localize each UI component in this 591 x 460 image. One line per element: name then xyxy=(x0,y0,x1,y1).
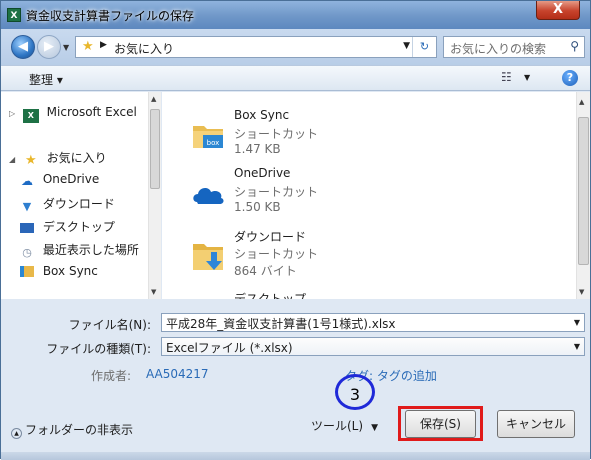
filetype-value: Excelファイル (*.xlsx) xyxy=(166,341,293,355)
file-type: ショートカット xyxy=(234,127,319,141)
download-folder-icon: ▼ xyxy=(22,200,32,213)
close-button[interactable]: X xyxy=(536,1,580,20)
refresh-icon[interactable]: ↻ xyxy=(412,37,436,57)
save-button[interactable]: 保存(S) xyxy=(405,410,476,438)
nav-item-label: 最近表示した場所 xyxy=(42,243,139,257)
file-name: デスクトップ xyxy=(234,292,307,299)
help-icon[interactable]: ? xyxy=(562,70,578,86)
view-dropdown-icon[interactable]: ▼ xyxy=(524,73,530,82)
file-name: OneDrive xyxy=(234,166,291,180)
tools-menu-button[interactable]: ツール(L) ▼ xyxy=(311,417,378,434)
file-size: 864 バイト xyxy=(234,264,297,278)
nav-item-label: OneDrive xyxy=(42,172,100,186)
breadcrumb-arrow-icon[interactable]: ▶ xyxy=(100,40,107,50)
title-bar: X 資金収支計算書ファイルの保存 X xyxy=(1,1,590,29)
filetype-select[interactable]: Excelファイル (*.xlsx) ▼ xyxy=(161,337,585,356)
author-label: 作成者: xyxy=(91,369,132,383)
breadcrumb-favorites[interactable]: お気に入り xyxy=(114,40,174,57)
cancel-button[interactable]: キャンセル xyxy=(497,410,575,438)
scrollbar-thumb[interactable] xyxy=(150,109,160,189)
file-item-box-sync[interactable]: box Box Sync ショートカット 1.47 KB xyxy=(184,108,484,170)
recent-locations-dropdown-icon[interactable]: ▼ xyxy=(63,43,69,52)
scrollbar-thumb[interactable] xyxy=(578,117,589,265)
nav-item-label: デスクトップ xyxy=(42,220,115,234)
star-icon: ★ xyxy=(25,153,37,168)
filename-value: 平成28年_資金収支計算書(1号1様式).xlsx xyxy=(166,317,396,331)
forward-button[interactable]: ▶ xyxy=(37,35,61,59)
cloud-icon: ☁ xyxy=(21,174,33,188)
filetype-label: ファイルの種類(T): xyxy=(46,342,151,356)
file-name: ダウンロード xyxy=(234,230,307,244)
file-name: Box Sync xyxy=(234,108,290,122)
desktop-icon xyxy=(19,221,35,235)
expand-icon[interactable]: ▷ xyxy=(9,109,19,118)
save-form: ファイル名(N): 平成28年_資金収支計算書(1号1様式).xlsx ▼ ファ… xyxy=(1,299,590,460)
excel-app-icon: X xyxy=(7,8,21,22)
download-folder-icon xyxy=(193,244,223,270)
organize-menu-button[interactable]: 整理 ▾ xyxy=(29,71,63,88)
file-list-pane: box Box Sync ショートカット 1.47 KB OneDrive ショ… xyxy=(162,92,590,299)
search-input[interactable]: お気に入りの検索 ⚲ xyxy=(443,36,585,58)
address-dropdown-icon[interactable]: ▼ xyxy=(403,41,410,51)
nav-item-box-sync[interactable]: Box Sync xyxy=(19,264,98,282)
nav-item-onedrive[interactable]: ☁ OneDrive xyxy=(19,172,99,190)
nav-item-desktop[interactable]: デスクトップ xyxy=(19,218,115,236)
filetype-dropdown-icon[interactable]: ▼ xyxy=(574,342,580,351)
file-type: ショートカット xyxy=(234,185,319,199)
nav-item-recent-places[interactable]: ◷ 最近表示した場所 xyxy=(19,241,139,259)
command-toolbar: 整理 ▾ ☷ ▼ ? xyxy=(1,65,590,91)
add-tags-link[interactable]: タグの追加 xyxy=(377,369,437,383)
file-item-onedrive[interactable]: OneDrive ショートカット 1.50 KB xyxy=(184,166,484,228)
filename-dropdown-icon[interactable]: ▼ xyxy=(574,318,580,327)
step-marker-3: 3 xyxy=(335,374,375,410)
file-item-desktop[interactable]: デスクトップ xyxy=(184,290,484,299)
change-view-icon[interactable]: ☷ xyxy=(501,70,512,84)
address-bar[interactable]: ★ ▶ お気に入り ▼ ↻ xyxy=(75,36,437,58)
hide-folders-label: フォルダーの非表示 xyxy=(25,423,134,437)
back-button[interactable]: ◀ xyxy=(11,35,35,59)
navigation-pane: ▷ X Microsoft Excel ◢ ★ お気に入り ☁ OneDrive… xyxy=(1,92,161,299)
tools-label: ツール(L) xyxy=(311,419,364,433)
tools-dropdown-icon: ▼ xyxy=(371,423,378,433)
onedrive-cloud-icon xyxy=(193,188,224,204)
file-size: 1.47 KB xyxy=(234,142,281,156)
scroll-up-icon[interactable]: ▲ xyxy=(579,98,584,106)
nav-item-label: Microsoft Excel xyxy=(46,105,137,119)
scroll-up-icon[interactable]: ▲ xyxy=(151,95,156,103)
box-folder-icon xyxy=(19,264,35,278)
nav-item-label: お気に入り xyxy=(46,151,107,165)
nav-item-label: ダウンロード xyxy=(42,197,115,211)
file-type: ショートカット xyxy=(234,247,319,261)
nav-item-favorites[interactable]: ◢ ★ お気に入り xyxy=(9,149,107,168)
file-item-downloads[interactable]: ダウンロード ショートカット 864 バイト xyxy=(184,228,484,290)
window-title: 資金収支計算書ファイルの保存 xyxy=(26,9,195,23)
recent-places-icon: ◷ xyxy=(22,246,32,259)
filename-label: ファイル名(N): xyxy=(68,318,151,332)
scroll-down-icon[interactable]: ▼ xyxy=(151,288,156,296)
collapse-icon[interactable]: ◢ xyxy=(9,155,19,164)
search-icon[interactable]: ⚲ xyxy=(570,39,579,53)
nav-item-downloads[interactable]: ▼ ダウンロード xyxy=(19,195,115,213)
author-value[interactable]: AA504217 xyxy=(146,367,209,381)
collapse-up-icon: ▲ xyxy=(11,428,22,439)
save-dialog-window: X 資金収支計算書ファイルの保存 X ◀ ▶ ▼ ★ ▶ お気に入り ▼ ↻ お… xyxy=(0,0,591,460)
favorites-star-icon: ★ xyxy=(82,39,94,54)
filename-input[interactable]: 平成28年_資金収支計算書(1号1様式).xlsx ▼ xyxy=(161,313,585,332)
navigation-bar: ◀ ▶ ▼ ★ ▶ お気に入り ▼ ↻ お気に入りの検索 ⚲ xyxy=(1,29,590,65)
file-list-scrollbar[interactable]: ▲ ▼ xyxy=(576,92,590,299)
scroll-down-icon[interactable]: ▼ xyxy=(579,288,584,296)
search-placeholder: お気に入りの検索 xyxy=(450,42,547,56)
hide-folders-toggle[interactable]: ▲ フォルダーの非表示 xyxy=(11,421,133,439)
box-folder-icon: box xyxy=(193,126,223,148)
navigation-pane-scrollbar[interactable]: ▲ ▼ xyxy=(148,92,161,299)
file-size: 1.50 KB xyxy=(234,200,281,214)
nav-item-label: Box Sync xyxy=(42,264,98,278)
excel-icon: X xyxy=(22,109,39,123)
svg-text:box: box xyxy=(207,139,220,147)
nav-item-microsoft-excel[interactable]: ▷ X Microsoft Excel xyxy=(9,105,137,123)
